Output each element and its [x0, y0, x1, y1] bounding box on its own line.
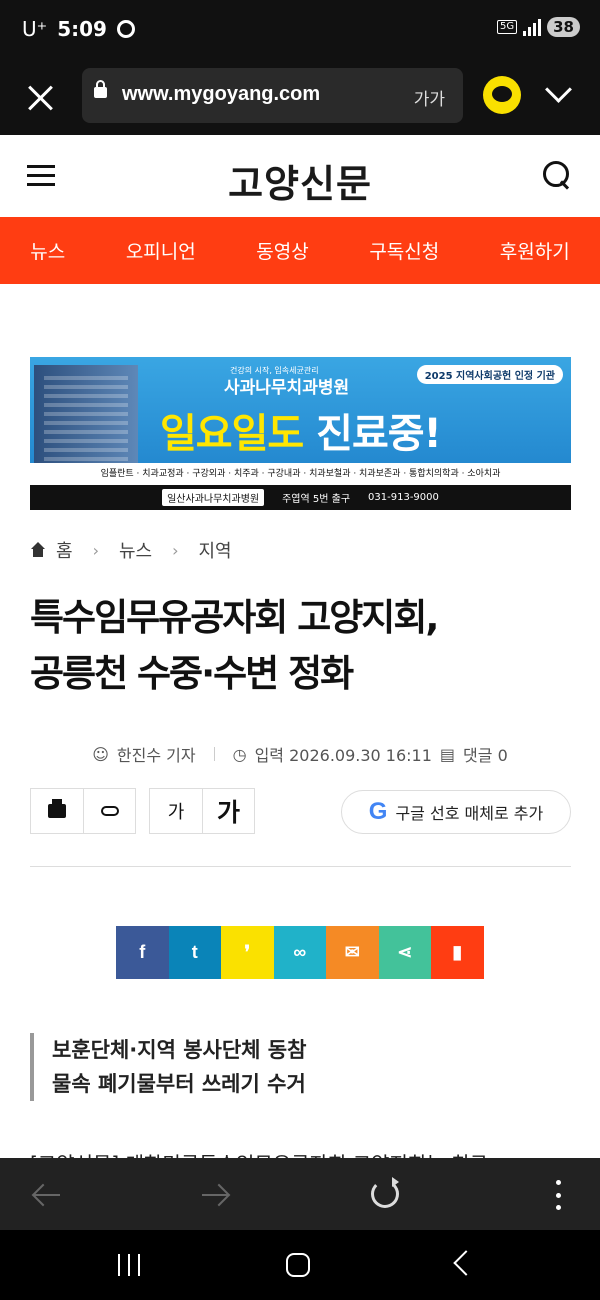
- ad-banner[interactable]: 건강의 시작, 입속세균관리 사과나무치과병원 2025 지역사회공헌 인정 기…: [30, 357, 571, 510]
- ad-phone: 031-913-9000: [368, 492, 439, 503]
- site-header: 고양신문: [0, 135, 600, 217]
- print-link-group: [30, 788, 136, 834]
- nav-item-subscribe[interactable]: 구독신청: [369, 237, 439, 264]
- system-navigation-bar: [0, 1230, 600, 1300]
- site-logo[interactable]: 고양신문: [0, 153, 600, 208]
- nav-item-opinion[interactable]: 오피니언: [126, 237, 196, 264]
- article-title: 특수임무유공자회 고양지회, 공릉천 수중·수변 정화: [30, 596, 439, 695]
- signal-icon: [523, 18, 542, 36]
- ad-services: 임플란트 · 치과교정과 · 구강외과 · 치주과 · 구강내과 · 치과보철과…: [30, 463, 571, 485]
- bixby-icon: [116, 20, 135, 38]
- article-author[interactable]: 한진수 기자: [117, 742, 196, 766]
- browser-toolbar: www.mygoyang.com 가가: [0, 60, 600, 135]
- comment-icon: ▤: [439, 744, 456, 764]
- carrier-label: U⁺: [22, 17, 48, 41]
- article-comments[interactable]: 댓글 0: [463, 742, 508, 766]
- copy-link-button[interactable]: [83, 789, 135, 833]
- kakao-chat-icon[interactable]: [483, 76, 521, 114]
- share-bar: f t ❜ ∞ ✉ ⋖ ▮: [116, 926, 484, 979]
- divider: [30, 866, 571, 867]
- font-increase-button[interactable]: 가: [202, 789, 254, 833]
- search-icon[interactable]: [543, 161, 573, 191]
- breadcrumb: 홈 › 뉴스 › 지역: [30, 537, 232, 563]
- twitter-share-button[interactable]: t: [168, 926, 221, 979]
- chevron-right-icon: ›: [172, 540, 179, 560]
- url-text[interactable]: www.mygoyang.com: [122, 83, 320, 106]
- clock: 5:09: [57, 17, 107, 41]
- article-summary: 보훈단체·지역 봉사단체 동참 물속 폐기물부터 쓰레기 수거: [30, 1033, 306, 1101]
- more-options-icon[interactable]: [556, 1180, 561, 1210]
- font-size-group: 가 가: [149, 788, 255, 834]
- article-tools: 가 가 G 구글 선호 매체로 추가: [30, 788, 571, 836]
- home-button-icon[interactable]: [286, 1253, 310, 1277]
- ad-badge: 2025 지역사회공헌 인정 기관: [416, 365, 563, 384]
- forward-arrow-icon[interactable]: [200, 1180, 230, 1210]
- chevron-right-icon: ›: [92, 540, 99, 560]
- close-icon[interactable]: [20, 78, 60, 118]
- ad-headline: 일요일도 진료중!: [160, 411, 442, 457]
- network-type-icon: 5G: [497, 20, 518, 34]
- link-icon: [100, 806, 119, 816]
- chevron-down-icon[interactable]: [543, 82, 573, 106]
- breadcrumb-region[interactable]: 지역: [199, 537, 232, 563]
- back-arrow-icon[interactable]: [32, 1180, 62, 1210]
- print-button[interactable]: [31, 789, 83, 833]
- facebook-share-button[interactable]: f: [116, 926, 169, 979]
- article-body: [고양신문] 대한민국특수임무유공자회 고양지회는 최근: [30, 1148, 570, 1158]
- building-photo: [34, 365, 138, 470]
- breadcrumb-home[interactable]: 홈: [56, 537, 73, 563]
- ad-hospital-name: 사과나무치과병원: [224, 378, 350, 398]
- nav-item-video[interactable]: 동영상: [256, 237, 308, 264]
- recent-apps-icon[interactable]: [118, 1254, 140, 1276]
- google-icon: G: [368, 798, 388, 825]
- link-share-button[interactable]: ∞: [273, 926, 326, 979]
- browser-bottom-toolbar: [0, 1158, 600, 1230]
- kakaostory-share-button[interactable]: ❜: [221, 926, 274, 979]
- battery-icon: 38: [547, 17, 580, 37]
- google-preferred-button[interactable]: G 구글 선호 매체로 추가: [341, 790, 571, 834]
- lock-icon: [94, 80, 107, 98]
- system-back-icon[interactable]: [453, 1250, 479, 1276]
- nav-item-donate[interactable]: 후원하기: [500, 237, 570, 264]
- home-icon: [30, 542, 46, 558]
- main-nav: 뉴스 오피니언 동영상 구독신청 후원하기: [0, 217, 600, 284]
- ad-contact: 일산사과나무치과병원 주엽역 5번 출구 031-913-9000: [30, 485, 571, 510]
- nav-item-news[interactable]: 뉴스: [30, 237, 65, 264]
- printer-icon: [48, 799, 66, 818]
- author-icon: ☺: [92, 744, 109, 764]
- font-decrease-button[interactable]: 가: [150, 789, 202, 833]
- ad-search-term: 일산사과나무치과병원: [162, 489, 265, 506]
- article-date: 입력 2026.09.30 16:11: [254, 746, 432, 765]
- text-size-button[interactable]: 가가: [414, 85, 445, 110]
- address-bar[interactable]: www.mygoyang.com 가가: [82, 68, 463, 123]
- google-preferred-label: 구글 선호 매체로 추가: [395, 804, 544, 823]
- clock-icon: ◷: [232, 744, 247, 764]
- share-more-button[interactable]: ⋖: [378, 926, 431, 979]
- ad-station: 주엽역 5번 출구: [282, 494, 351, 505]
- status-bar: U⁺ 5:09 5G 38: [0, 0, 600, 60]
- article-byline: ☺ 한진수 기자 ◷ 입력 2026.09.30 16:11 ▤ 댓글 0: [0, 742, 600, 766]
- reload-icon[interactable]: [371, 1177, 399, 1208]
- breadcrumb-news[interactable]: 뉴스: [119, 537, 152, 563]
- email-share-button[interactable]: ✉: [326, 926, 379, 979]
- bookmark-button[interactable]: ▮: [431, 926, 484, 979]
